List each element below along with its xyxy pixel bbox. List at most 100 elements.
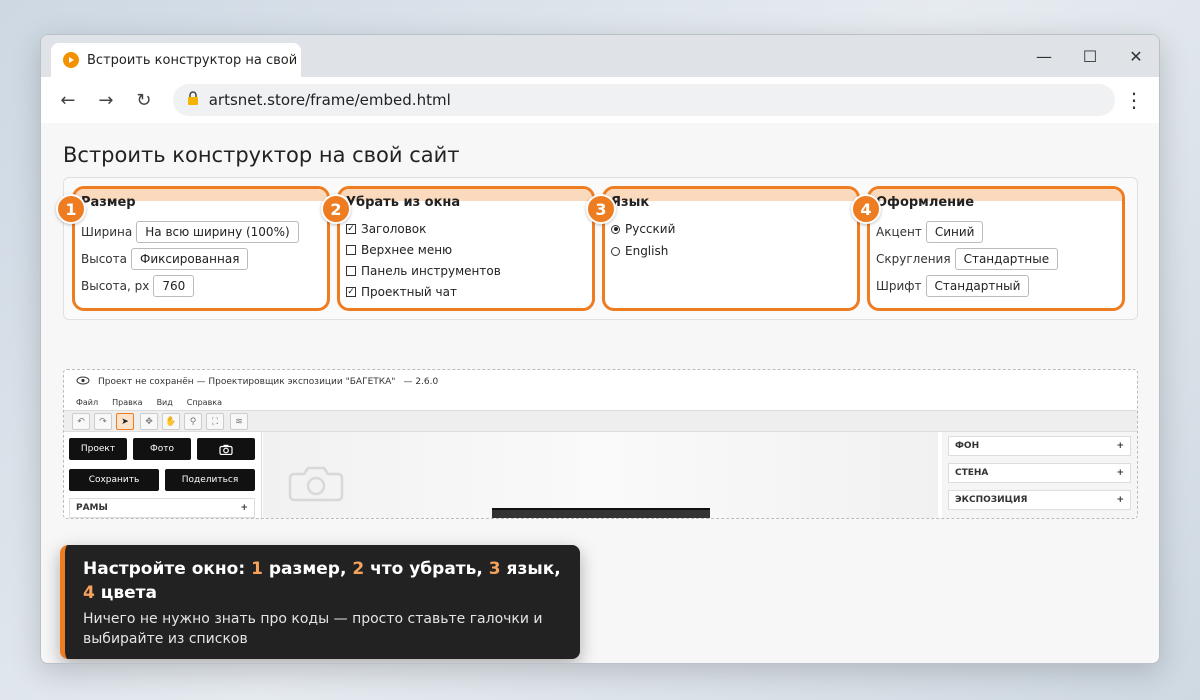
reload-button[interactable]: ↻: [127, 83, 161, 117]
preview-left-panel: Проект Фото Сохранить Поделиться РАМЫ +: [64, 432, 262, 518]
tooltip-heading: Настройте окно: 1 размер, 2 что убрать, …: [83, 559, 561, 603]
radius-select[interactable]: Стандартные: [954, 248, 1059, 270]
hand-icon[interactable]: ✋: [162, 413, 180, 430]
step-badge-3: 3: [586, 194, 616, 224]
height-row: Высота Фиксированная: [81, 248, 249, 270]
play-icon: [63, 52, 79, 68]
checkbox-project-chat[interactable]: ✓ Проектный чат: [346, 285, 457, 299]
close-button[interactable]: ✕: [1113, 35, 1159, 77]
redo-icon[interactable]: ↷: [94, 413, 112, 430]
accent-row: Акцент Синий: [876, 221, 984, 243]
save-button[interactable]: Сохранить: [69, 469, 159, 491]
title-bar: Встроить конструктор на свой сайт — ☐ ✕: [41, 35, 1159, 77]
font-label: Шрифт: [876, 279, 922, 293]
step-badge-2: 2: [321, 194, 351, 224]
pointer-icon[interactable]: ➤: [116, 413, 134, 430]
checkbox-title[interactable]: ✓ Заголовок: [346, 222, 426, 236]
browser-tab[interactable]: Встроить конструктор на свой сайт: [51, 43, 301, 77]
font-select[interactable]: Стандартный: [925, 275, 1030, 297]
settings-panel: 1 Размер Ширина На всю ширину (100%) Выс…: [56, 177, 1138, 320]
menu-file[interactable]: Файл: [76, 398, 98, 407]
eye-icon: [76, 376, 90, 388]
photo-button[interactable]: Фото: [133, 438, 191, 460]
preview-menubar: Файл Правка Вид Справка: [76, 398, 222, 407]
height-px-input[interactable]: 760: [153, 275, 195, 297]
height-px-row: Высота, px 760: [81, 275, 195, 297]
font-row: Шрифт Стандартный: [876, 275, 1030, 297]
radio-selected-icon: [611, 224, 620, 234]
checkbox-toolbar[interactable]: Панель инструментов: [346, 264, 501, 278]
menu-help[interactable]: Справка: [187, 398, 222, 407]
lock-icon: [187, 91, 199, 109]
checkbox-label: Заголовок: [361, 222, 427, 236]
checkbox-empty-icon: [346, 266, 356, 276]
frames-section[interactable]: РАМЫ +: [69, 498, 255, 518]
language-card: Язык Русский English: [602, 186, 860, 311]
size-card-title: Размер: [81, 195, 136, 210]
width-select[interactable]: На всю ширину (100%): [136, 221, 299, 243]
move-icon[interactable]: ✥: [140, 413, 158, 430]
plus-icon: +: [240, 503, 248, 513]
tab-title: Встроить конструктор на свой сайт: [87, 52, 301, 68]
radio-english[interactable]: English: [611, 244, 668, 258]
tooltip-body: Ничего не нужно знать про коды — просто …: [83, 611, 543, 647]
minimize-button[interactable]: —: [1021, 35, 1067, 77]
radio-label: Русский: [625, 222, 676, 236]
zoom-icon[interactable]: ⚲: [184, 413, 202, 430]
preview-toolbar: ↶ ↷ ➤ ✥ ✋ ⚲ ⛶ ≋: [64, 410, 1137, 432]
preview-right-panel: ФОН + СТЕНА + ЭКСПОЗИЦИЯ +: [942, 432, 1137, 518]
style-card: Оформление Акцент Синий Скругления Станд…: [867, 186, 1125, 311]
checkbox-empty-icon: [346, 245, 356, 255]
radius-row: Скругления Стандартные: [876, 248, 1059, 270]
background-section-label: ФОН: [955, 441, 980, 451]
preview-canvas[interactable]: [263, 432, 938, 518]
browser-toolbar: ← → ↻ artsnet.store/frame/embed.html ⋮: [41, 77, 1159, 123]
remove-card-title: Убрать из окна: [346, 195, 461, 210]
layers-icon[interactable]: ≋: [230, 413, 248, 430]
back-button[interactable]: ←: [51, 83, 85, 117]
step-badge-4: 4: [851, 194, 881, 224]
exposition-section-label: ЭКСПОЗИЦИЯ: [955, 495, 1028, 505]
checkbox-label: Верхнее меню: [361, 243, 453, 257]
background-section[interactable]: ФОН +: [948, 436, 1131, 456]
preview-titlebar: Проект не сохранён — Проектировщик экспо…: [76, 376, 438, 388]
window-controls: — ☐ ✕: [1021, 35, 1159, 77]
height-select[interactable]: Фиксированная: [131, 248, 249, 270]
project-button[interactable]: Проект: [69, 438, 127, 460]
radio-label: English: [625, 244, 669, 258]
camera-button[interactable]: [197, 438, 255, 460]
checkbox-checked-icon: ✓: [346, 224, 356, 234]
fullscreen-icon[interactable]: ⛶: [206, 413, 224, 430]
checkbox-top-menu[interactable]: Верхнее меню: [346, 243, 452, 257]
radius-label: Скругления: [876, 252, 951, 266]
share-button[interactable]: Поделиться: [165, 469, 255, 491]
onboarding-tooltip: Настройте окно: 1 размер, 2 что убрать, …: [60, 545, 580, 659]
camera-watermark-icon: [288, 466, 344, 502]
height-px-label: Высота, px: [81, 279, 150, 293]
maximize-button[interactable]: ☐: [1067, 35, 1113, 77]
page-title: Встроить конструктор на свой сайт: [63, 143, 460, 167]
wall-section[interactable]: СТЕНА +: [948, 463, 1131, 483]
menu-view[interactable]: Вид: [157, 398, 173, 407]
browser-menu-button[interactable]: ⋮: [1119, 83, 1149, 117]
embed-preview: Проект не сохранён — Проектировщик экспо…: [63, 369, 1138, 519]
menu-edit[interactable]: Правка: [112, 398, 142, 407]
url-text: artsnet.store/frame/embed.html: [208, 91, 451, 109]
forward-button[interactable]: →: [89, 83, 123, 117]
address-bar[interactable]: artsnet.store/frame/embed.html: [172, 84, 1116, 116]
width-label: Ширина: [81, 225, 133, 239]
accent-select[interactable]: Синий: [925, 221, 984, 243]
checkbox-label: Панель инструментов: [361, 264, 501, 278]
checkbox-checked-icon: ✓: [346, 287, 356, 297]
checkbox-label: Проектный чат: [361, 285, 457, 299]
height-label: Высота: [81, 252, 127, 266]
preview-title: Проект не сохранён — Проектировщик экспо…: [98, 377, 396, 387]
frames-section-label: РАМЫ: [76, 503, 108, 513]
frame-object[interactable]: [492, 508, 710, 518]
size-card: Размер Ширина На всю ширину (100%) Высот…: [72, 186, 330, 311]
radio-russian[interactable]: Русский: [611, 222, 675, 236]
preview-version: — 2.6.0: [403, 377, 439, 387]
undo-icon[interactable]: ↶: [72, 413, 90, 430]
exposition-section[interactable]: ЭКСПОЗИЦИЯ +: [948, 490, 1131, 510]
camera-icon: [219, 444, 233, 455]
